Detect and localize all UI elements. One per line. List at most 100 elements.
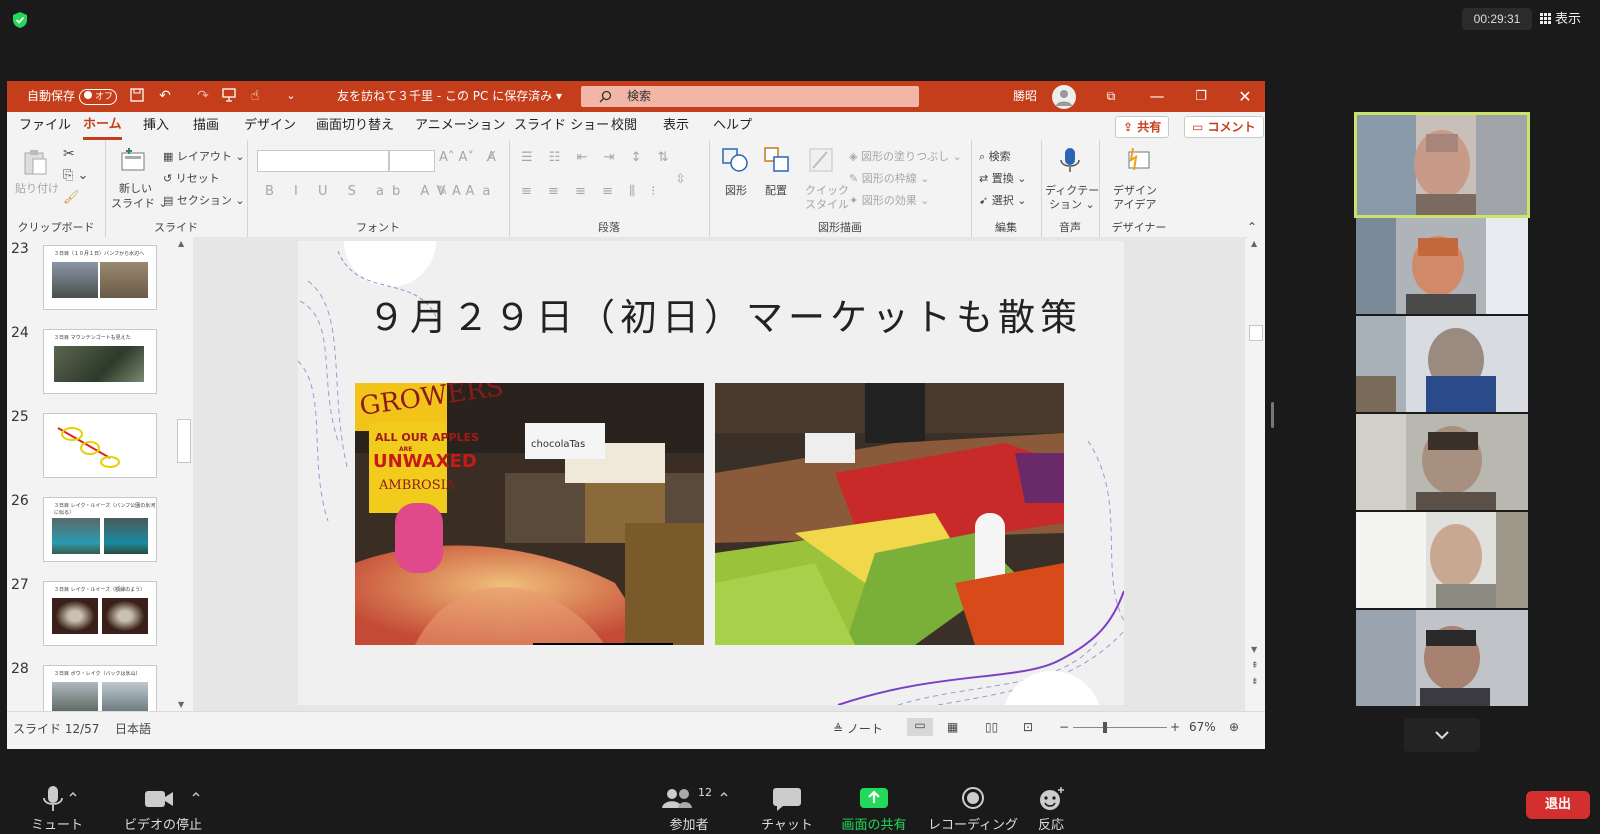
share-screen-button[interactable]: 画面の共有: [834, 784, 914, 833]
microphone-icon[interactable]: [1056, 146, 1084, 174]
canvas-scroll-thumb[interactable]: [1249, 325, 1263, 341]
text-direction-icon[interactable]: ⇳: [675, 172, 686, 187]
tab-view[interactable]: 表示: [663, 112, 689, 140]
more-participants-button[interactable]: [1404, 718, 1480, 752]
customize-quick-access-icon[interactable]: ⌄: [283, 88, 299, 104]
prev-slide-icon[interactable]: ⇞: [1251, 661, 1259, 671]
participant-video[interactable]: [1356, 512, 1528, 608]
current-slide[interactable]: ９月２９日（初日）マーケットも散策 GROWERS ALL OUR APPLES…: [298, 241, 1124, 705]
reset-button[interactable]: ↺ リセット: [163, 170, 220, 186]
leave-button[interactable]: 退出: [1526, 791, 1590, 819]
ribbon-display-icon[interactable]: ⧉: [1089, 81, 1133, 112]
shape-outline-button[interactable]: ✎ 図形の枠線 ⌄: [849, 170, 929, 186]
reading-view-icon[interactable]: ▯▯: [985, 720, 998, 734]
mute-button[interactable]: ミュート: [22, 784, 92, 833]
new-slide-label-2[interactable]: スライド ⌄: [111, 195, 168, 211]
normal-view-icon[interactable]: ▭: [907, 718, 933, 736]
undo-icon[interactable]: ↶: [157, 88, 173, 104]
fit-to-window-icon[interactable]: ⊕: [1229, 720, 1239, 734]
arrange-icon[interactable]: [763, 146, 791, 174]
user-avatar[interactable]: [1052, 85, 1076, 109]
scroll-up-icon[interactable]: ▲: [178, 239, 184, 248]
font-size-select[interactable]: [389, 150, 435, 172]
replace-button[interactable]: ⇄ 置換 ⌄: [979, 170, 1026, 186]
zoom-slider[interactable]: [1073, 722, 1167, 733]
design-ideas-icon[interactable]: [1125, 146, 1153, 174]
zoom-out-icon[interactable]: −: [1059, 720, 1069, 734]
layout-button[interactable]: ▦ レイアウト ⌄: [163, 148, 245, 164]
tab-animations[interactable]: アニメーション: [415, 112, 505, 140]
present-icon[interactable]: [221, 88, 237, 104]
zoom-level[interactable]: 67%: [1189, 720, 1216, 734]
dictate-label-2[interactable]: ション ⌄: [1049, 196, 1095, 212]
search-box[interactable]: 検索: [581, 86, 919, 107]
find-button[interactable]: ⌕ 検索: [979, 148, 1011, 164]
slide-thumbnail-27[interactable]: ３日目 レイク・ルイーズ（額縁のよう）: [43, 581, 157, 646]
participant-video[interactable]: [1356, 218, 1528, 314]
slide-thumbnail-28[interactable]: ３日目 ボウ・レイク（バックは氷山）: [43, 665, 157, 713]
participants-button[interactable]: 12 参加者: [644, 784, 734, 833]
quick-styles-icon[interactable]: [807, 146, 835, 174]
market-photo-apples[interactable]: GROWERS ALL OUR APPLES ARE UNWAXED AMBRO…: [355, 383, 704, 645]
recording-button[interactable]: レコーディング: [926, 784, 1020, 833]
stop-video-button[interactable]: ビデオの停止: [108, 784, 218, 833]
new-slide-icon[interactable]: [119, 146, 147, 174]
redo-icon[interactable]: ↷: [195, 88, 211, 104]
restore-button[interactable]: ❐: [1179, 81, 1223, 112]
arrange-label[interactable]: 配置: [765, 182, 787, 198]
tab-help[interactable]: ヘルプ: [713, 112, 752, 140]
chat-button[interactable]: チャット: [752, 784, 822, 833]
cut-icon[interactable]: ✂: [63, 146, 75, 162]
slide-title[interactable]: ９月２９日（初日）マーケットも散策: [368, 287, 1082, 341]
paste-icon[interactable]: [21, 148, 49, 176]
canvas-scrollbar[interactable]: ▲ ▼ ⇞ ⇟: [1247, 237, 1265, 711]
tab-design[interactable]: デザイン: [244, 112, 296, 140]
select-button[interactable]: ➹ 選択 ⌄: [979, 192, 1026, 208]
notes-button[interactable]: ≜ ノート: [833, 720, 883, 737]
design-ideas-label-2[interactable]: アイデア: [1113, 196, 1156, 212]
align-buttons[interactable]: ≡ ≡ ≡ ≡ ⫼ ⁝: [521, 184, 661, 199]
tab-home[interactable]: ホーム: [83, 112, 122, 140]
reactions-button[interactable]: 反応: [1026, 784, 1076, 833]
participant-video-active[interactable]: [1354, 112, 1530, 218]
tab-slideshow[interactable]: スライド ショー: [514, 112, 609, 140]
clear-format-icon[interactable]: A̸: [487, 150, 496, 165]
font-style-buttons[interactable]: B I U S ab AV Aa: [265, 184, 498, 199]
font-name-select[interactable]: [257, 150, 389, 172]
quick-styles-label-2[interactable]: スタイル: [805, 196, 849, 212]
tab-review[interactable]: 校閲: [611, 112, 637, 140]
thumbnail-scrollbar[interactable]: ▲ ▼: [175, 239, 191, 709]
highlight-icon[interactable]: ✎ A: [437, 184, 461, 199]
autosave-toggle[interactable]: オフ: [79, 89, 117, 105]
view-button[interactable]: 表示: [1540, 8, 1581, 30]
participant-video[interactable]: [1356, 316, 1528, 412]
tab-file[interactable]: ファイル: [19, 112, 71, 140]
slide-sorter-icon[interactable]: ▦: [947, 720, 958, 734]
zoom-in-icon[interactable]: +: [1170, 720, 1180, 734]
language-indicator[interactable]: 日本語: [115, 720, 151, 737]
scroll-down-icon[interactable]: ▼: [178, 700, 184, 709]
shape-effects-button[interactable]: ✦ 図形の効果 ⌄: [849, 192, 929, 208]
canvas-scroll-up-icon[interactable]: ▲: [1251, 239, 1257, 248]
collapse-ribbon-icon[interactable]: ⌃: [1247, 220, 1257, 234]
market-photo-fruits[interactable]: [715, 383, 1064, 645]
split-handle[interactable]: [1271, 402, 1274, 428]
tab-insert[interactable]: 挿入: [143, 112, 169, 140]
minimize-button[interactable]: —: [1135, 81, 1179, 112]
new-slide-label-1[interactable]: 新しい: [119, 180, 152, 196]
format-painter-icon[interactable]: 🖌: [63, 190, 80, 205]
comment-button[interactable]: ▭ コメント: [1184, 116, 1264, 138]
slide-thumbnail-26[interactable]: ３日目 レイク・ルイーズ（バンフ公園の氷河に似る）: [43, 497, 157, 562]
touch-mode-icon[interactable]: ☝: [247, 88, 263, 104]
copy-icon[interactable]: ⎘ ⌄: [63, 168, 88, 183]
slide-thumbnail-24[interactable]: ３日目 マウンテンゴートも見えた: [43, 329, 157, 394]
zoom-slider-thumb[interactable]: [1103, 722, 1107, 733]
tab-draw[interactable]: 描画: [193, 112, 219, 140]
list-buttons[interactable]: ☰ ☷ ⇤ ⇥ ↕ ⇅: [521, 150, 675, 165]
increase-font-icon[interactable]: A˄ A˅: [439, 150, 474, 165]
slide-thumbnail-25[interactable]: [43, 413, 157, 478]
save-icon[interactable]: [129, 88, 145, 104]
paste-label[interactable]: 貼り付け: [15, 180, 59, 196]
participant-video[interactable]: [1356, 414, 1528, 510]
share-button[interactable]: ⇪ 共有: [1115, 116, 1170, 138]
